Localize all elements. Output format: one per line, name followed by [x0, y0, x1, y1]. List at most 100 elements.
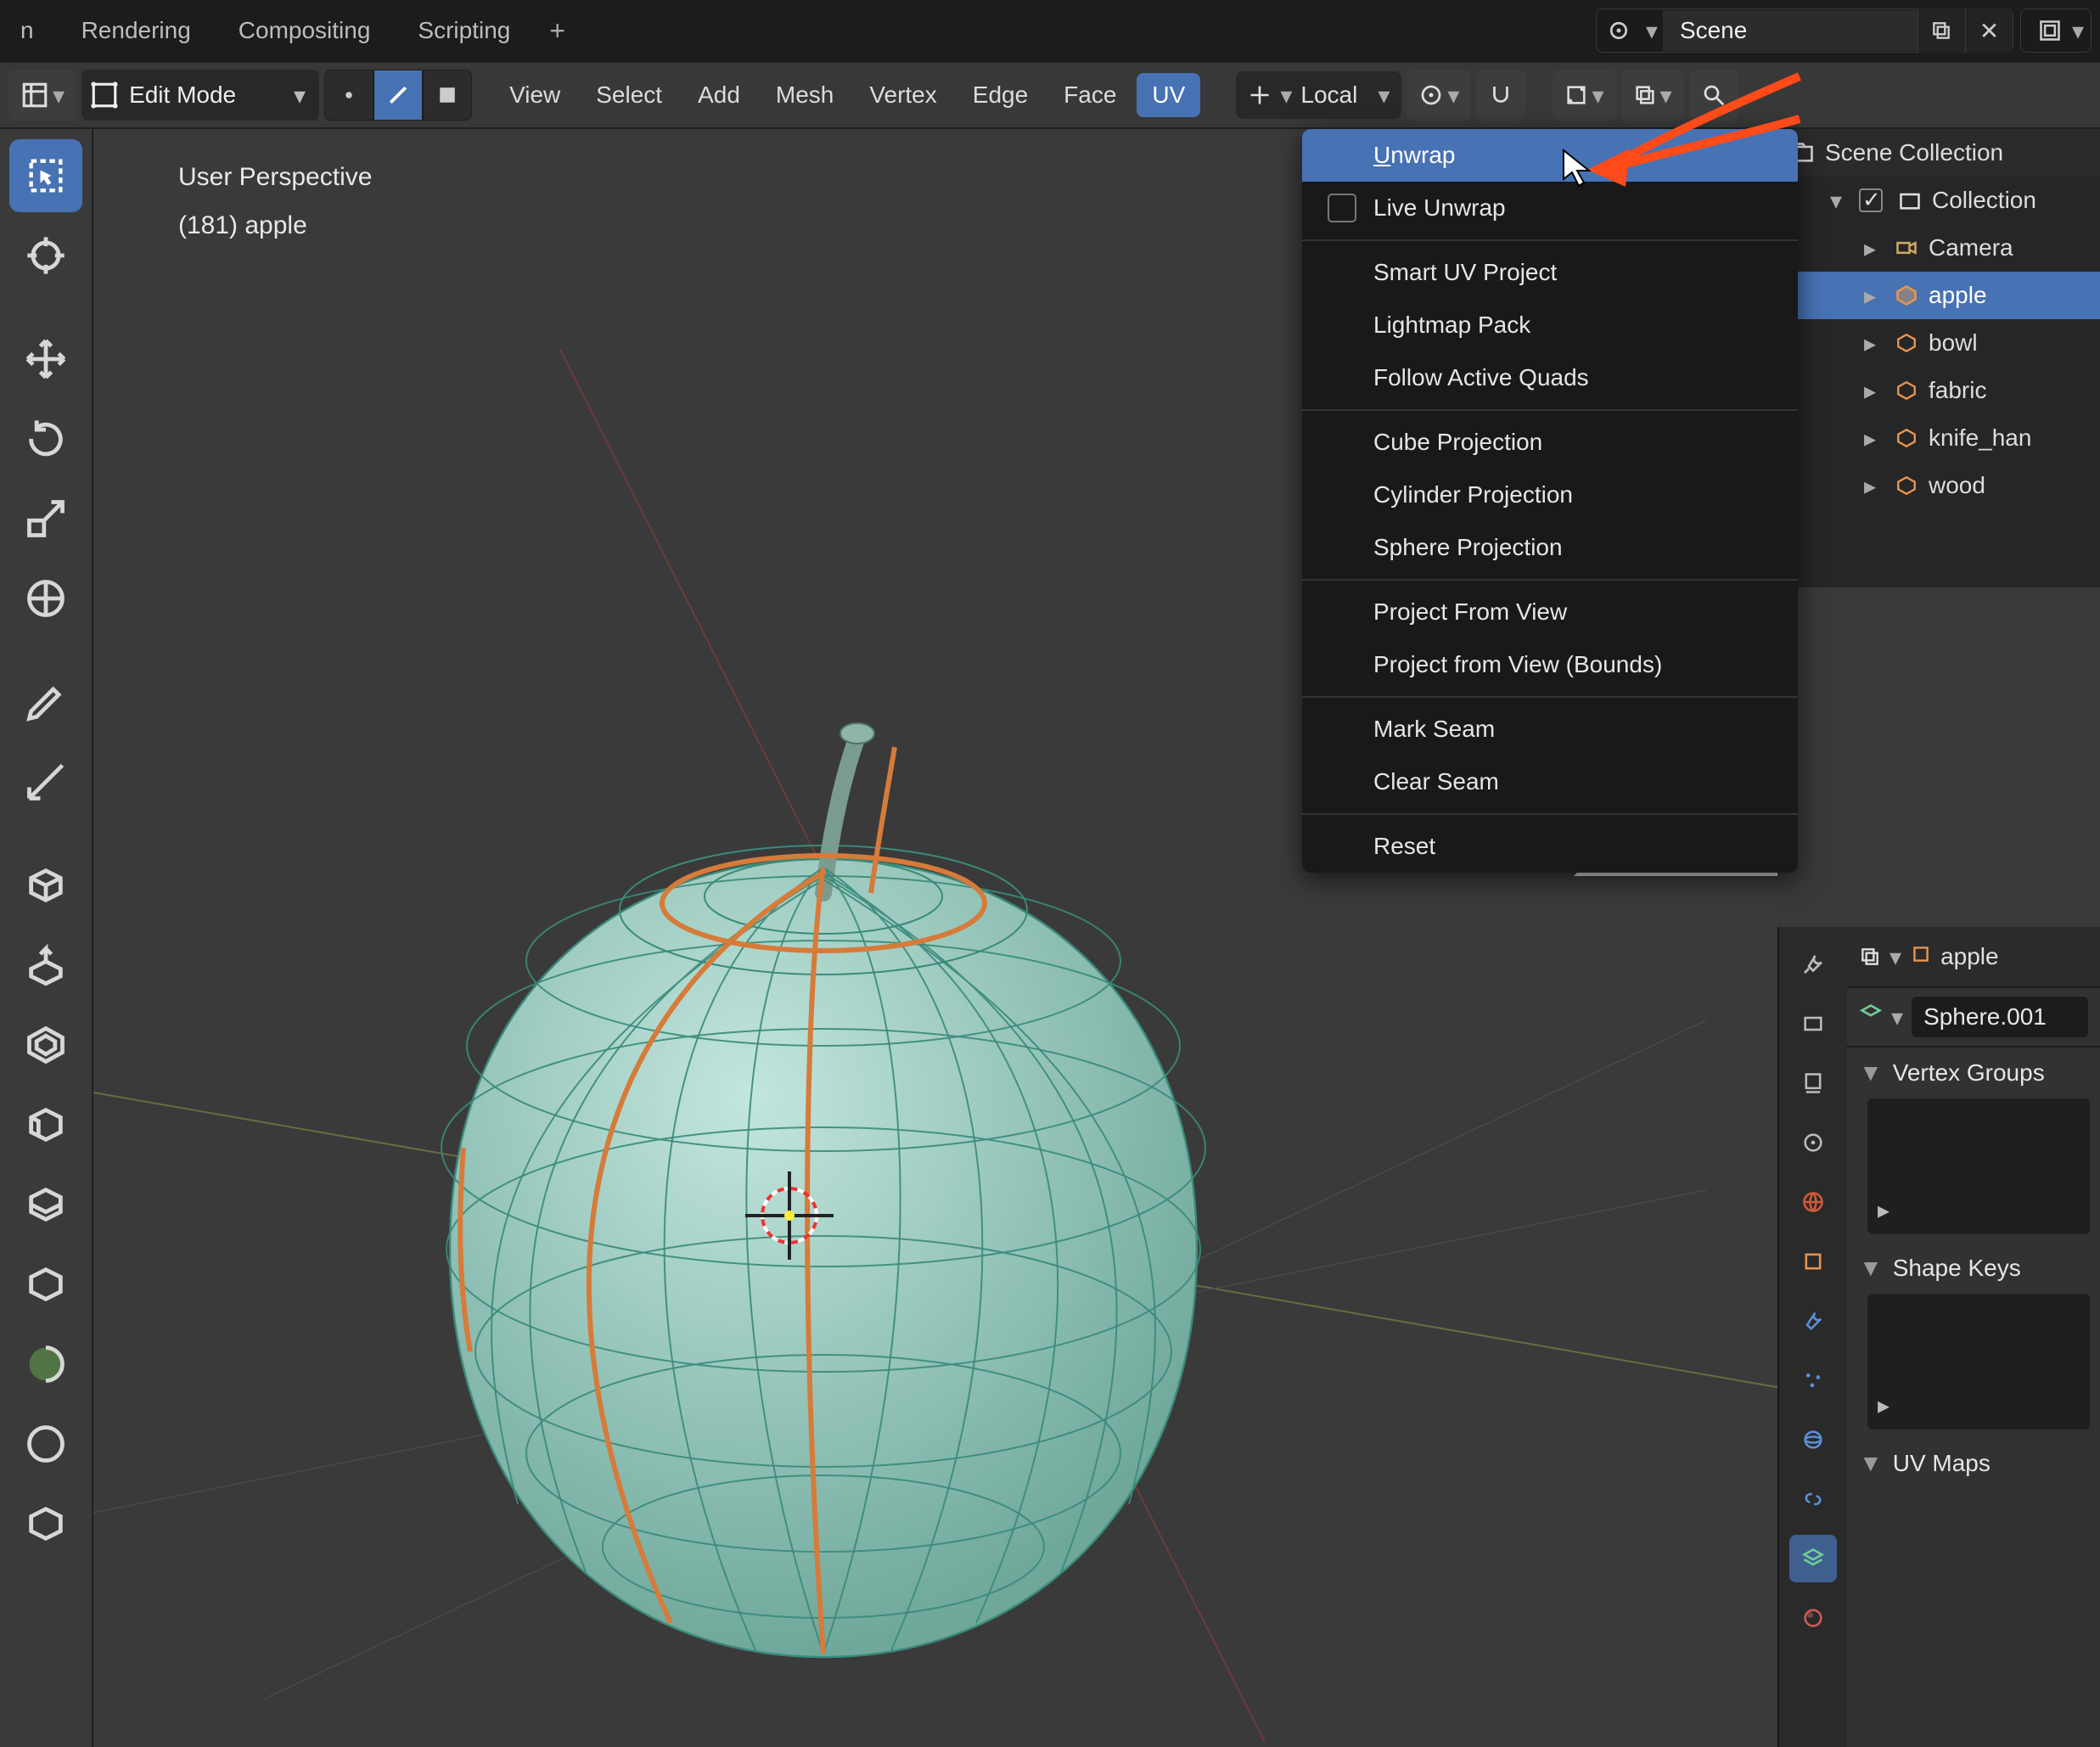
uv-menu-reset[interactable]: Reset: [1302, 820, 1798, 873]
props-tab-object[interactable]: [1789, 1238, 1837, 1285]
mesh-icon: [1893, 427, 1920, 449]
scene-name-field[interactable]: Scene: [1663, 10, 1918, 51]
proportional-edit-button[interactable]: ▾: [1553, 70, 1615, 121]
mesh-icon: [1893, 332, 1920, 354]
new-scene-button[interactable]: [1918, 8, 1965, 53]
view-menu[interactable]: View: [494, 81, 576, 109]
vertex-menu[interactable]: Vertex: [854, 81, 952, 109]
transform-tool[interactable]: [9, 562, 82, 635]
workspace-tab[interactable]: n: [17, 8, 58, 53]
props-tab-scene[interactable]: [1789, 1119, 1837, 1166]
props-tab-physics[interactable]: [1789, 1416, 1837, 1463]
measure-tool[interactable]: [9, 745, 82, 818]
edge-menu[interactable]: Edge: [957, 81, 1043, 109]
add-cube-tool[interactable]: [9, 849, 82, 922]
select-menu[interactable]: Select: [581, 81, 677, 109]
shape-keys-list[interactable]: ▸: [1867, 1294, 2090, 1430]
outliner-item-camera[interactable]: ▸ Camera: [1779, 224, 2100, 272]
props-tab-constraints[interactable]: [1789, 1475, 1837, 1523]
overlay-button[interactable]: ▾: [1621, 70, 1684, 121]
search-button[interactable]: [1689, 70, 1738, 121]
shape-keys-panel-header[interactable]: ▼Shape Keys: [1847, 1243, 2100, 1294]
uv-menu-sphere-proj[interactable]: Sphere Projection: [1302, 521, 1798, 574]
cursor-tool[interactable]: [9, 219, 82, 292]
outliner-item-knife[interactable]: ▸ knife_han: [1779, 414, 2100, 462]
uv-menu-unwrap[interactable]: Unwrap: [1302, 129, 1798, 182]
face-menu[interactable]: Face: [1048, 81, 1131, 109]
delete-scene-button[interactable]: ✕: [1965, 8, 2013, 53]
collection-visibility-checkbox[interactable]: [1859, 188, 1883, 212]
workspace-tab-rendering[interactable]: Rendering: [58, 8, 215, 53]
spin-tool[interactable]: [9, 1407, 82, 1480]
outliner-scene-collection[interactable]: Scene Collection: [1779, 129, 2100, 177]
tool-toolbar: [0, 129, 93, 1747]
disclosure-triangle-icon[interactable]: ▸: [1864, 282, 1884, 310]
outliner-collection[interactable]: ▾ Collection: [1779, 177, 2100, 224]
props-tab-modifier[interactable]: [1789, 1297, 1837, 1345]
uv-menu-clear-seam[interactable]: Clear Seam: [1302, 756, 1798, 808]
outliner-panel: Scene Collection ▾ Collection ▸ Camera ▸…: [1777, 129, 2100, 587]
outliner-item-wood[interactable]: ▸ wood: [1779, 462, 2100, 509]
vertex-select-button[interactable]: [324, 70, 373, 121]
pin-icon[interactable]: [1859, 946, 1881, 968]
add-menu[interactable]: Add: [682, 81, 755, 109]
viewport-perspective-label: User Perspective: [178, 153, 372, 201]
props-tab-particles[interactable]: [1789, 1357, 1837, 1404]
uv-menu-follow-quads[interactable]: Follow Active Quads: [1302, 351, 1798, 404]
uv-menu-lightmap[interactable]: Lightmap Pack: [1302, 299, 1798, 351]
uv-menu-cube-proj[interactable]: Cube Projection: [1302, 416, 1798, 469]
select-box-tool[interactable]: [9, 139, 82, 212]
uv-menu-live-unwrap[interactable]: Live Unwrap: [1302, 182, 1798, 234]
props-tab-tool[interactable]: [1789, 941, 1837, 988]
outliner-item-fabric[interactable]: ▸ fabric: [1779, 367, 2100, 414]
annotate-tool[interactable]: [9, 666, 82, 739]
disclosure-triangle-icon[interactable]: ▾: [1830, 187, 1850, 215]
snap-button[interactable]: [1476, 70, 1525, 121]
uv-menu-project-view[interactable]: Project From View: [1302, 586, 1798, 638]
knife-tool[interactable]: [9, 1248, 82, 1321]
checkbox-icon: [1328, 194, 1356, 222]
smooth-tool[interactable]: [9, 1487, 82, 1560]
props-tab-render[interactable]: [1789, 1000, 1837, 1048]
transform-orientation-dropdown[interactable]: ▾ Local ▾: [1236, 71, 1401, 119]
edge-select-button[interactable]: [373, 70, 423, 121]
extrude-tool[interactable]: [9, 929, 82, 1002]
viewport-header: ▾ Edit Mode ▾ View Select Add Mesh Verte…: [0, 61, 2100, 129]
uv-maps-panel-header[interactable]: ▼UV Maps: [1847, 1438, 2100, 1489]
vertex-groups-list[interactable]: ▸: [1867, 1098, 2090, 1234]
bevel-tool[interactable]: [9, 1088, 82, 1161]
uv-menu-button[interactable]: UV: [1137, 73, 1200, 117]
uv-menu-project-bounds[interactable]: Project from View (Bounds): [1302, 638, 1798, 691]
props-tab-data[interactable]: [1789, 1535, 1837, 1582]
outliner-item-bowl[interactable]: ▸ bowl: [1779, 319, 2100, 367]
properties-panel: ▾ apple ▾ Sphere.001 ▼Vertex Groups ▸ ▼S…: [1777, 927, 2100, 1747]
mode-dropdown[interactable]: Edit Mode ▾: [81, 70, 319, 121]
props-tab-world[interactable]: [1789, 1178, 1837, 1226]
props-tab-output[interactable]: [1789, 1059, 1837, 1107]
mesh-data-name-field[interactable]: Sphere.001: [1912, 997, 2088, 1037]
mesh-icon: [1893, 379, 1920, 402]
mesh-apple[interactable]: [314, 706, 1333, 1725]
rotate-tool[interactable]: [9, 402, 82, 475]
polybuild-tool[interactable]: [9, 1328, 82, 1401]
scale-tool[interactable]: [9, 482, 82, 555]
face-select-button[interactable]: [423, 70, 472, 121]
mesh-menu[interactable]: Mesh: [761, 81, 849, 109]
inset-tool[interactable]: [9, 1008, 82, 1081]
loopcut-tool[interactable]: [9, 1168, 82, 1241]
add-workspace-button[interactable]: +: [534, 10, 581, 52]
outliner-item-apple[interactable]: ▸ apple: [1779, 272, 2100, 319]
chevron-down-icon: ▾: [294, 81, 306, 110]
workspace-tab-scripting[interactable]: Scripting: [394, 8, 534, 53]
uv-menu-mark-seam[interactable]: Mark Seam: [1302, 703, 1798, 756]
uv-menu-cylinder-proj[interactable]: Cylinder Projection: [1302, 469, 1798, 521]
workspace-tab-compositing[interactable]: Compositing: [215, 8, 395, 53]
vertex-groups-panel-header[interactable]: ▼Vertex Groups: [1847, 1048, 2100, 1098]
pivot-button[interactable]: ▾: [1407, 70, 1471, 121]
disclosure-triangle-icon[interactable]: ▸: [1864, 234, 1884, 262]
scene-selector[interactable]: ▾ Scene ✕: [1596, 8, 2013, 53]
editor-type-button[interactable]: ▾: [8, 70, 76, 121]
move-tool[interactable]: [9, 323, 82, 396]
uv-menu-smart-uv[interactable]: Smart UV Project: [1302, 246, 1798, 299]
props-tab-material[interactable]: [1789, 1594, 1837, 1642]
